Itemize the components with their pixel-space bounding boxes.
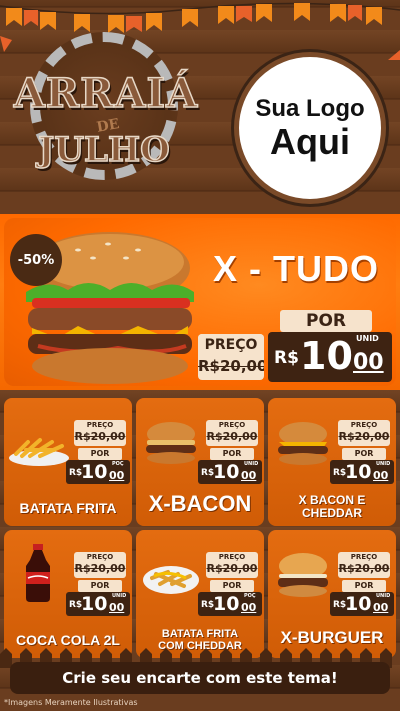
price-cents: 00 [373,601,389,614]
price-cents: 00 [241,601,257,614]
product-card[interactable]: PREÇO R$20,00 POR R$ 10 POÇ 00 BATATA FR… [136,530,264,658]
old-price-label: PREÇO [218,553,246,561]
old-price: R$20,00 [206,562,258,575]
por-label: POR [78,580,122,592]
price-unit: UNID [376,593,391,599]
old-price-label: PREÇO [218,421,246,429]
header-wood-panel: ARRAIÁ DE JULHO Sua Logo Aqui [0,0,400,214]
old-price-tag: PREÇO R$20,00 [74,420,126,446]
price-integer: 10 [345,461,372,483]
plain-burger-image [278,553,328,597]
price-unit: UNID [376,461,391,467]
arraia-de-julho-logo: ARRAIÁ DE JULHO [4,26,204,204]
old-price: R$20,00 [206,430,258,443]
product-name: COCA COLA 2L [16,631,120,648]
hero-old-price: R$20,00 [198,357,264,375]
price-box: R$ 10 UNID 00 [66,592,130,616]
cheddar-fries-image [143,566,199,594]
old-price-tag: PREÇO R$20,00 [74,552,126,578]
price-cents: 00 [241,469,257,482]
product-card[interactable]: PREÇO R$20,00 POR R$ 10 UNID 00 X BACON … [268,398,396,526]
product-card[interactable]: PREÇO R$20,00 POR R$ 10 UNID 00 COCA COL… [4,530,132,658]
burger-image [146,422,196,464]
price-unit: POÇ [244,593,256,599]
price-box: R$ 10 POÇ 00 [198,592,262,616]
old-price-label: PREÇO [86,421,114,429]
price-integer: 10 [81,461,108,483]
flyer: ARRAIÁ DE JULHO Sua Logo Aqui -50% X - T… [0,0,400,711]
disclaimer-text: *Imagens Meramente Ilustrativas [4,698,138,707]
product-name: X-BURGUER [280,628,384,648]
old-price-tag: PREÇO R$20,00 [338,552,390,578]
por-label: POR [342,580,386,592]
hero-old-price-tag: PREÇO R$20,00 [198,334,264,380]
logo-word-arraia: ARRAIÁ [13,69,199,118]
por-label: POR [210,448,254,460]
por-label: POR [78,448,122,460]
price-box: R$ 10 POÇ 00 [66,460,130,484]
product-card[interactable]: PREÇO R$20,00 POR R$ 10 POÇ 00 BATATA FR… [4,398,132,526]
hero-price-integer: 10 [300,334,353,378]
product-card[interactable]: PREÇO R$20,00 POR R$ 10 UNID 00 X-BACON [136,398,264,526]
product-name: BATATA FRITA [19,499,117,516]
price-integer: 10 [213,593,240,615]
old-price-tag: PREÇO R$20,00 [206,420,258,446]
old-price-label: PREÇO [350,553,378,561]
old-price-label: PREÇO [350,421,378,429]
price-unit: UNID [112,593,127,599]
hero-price-unit: UNID [356,334,379,343]
hero-price-box: R$ 10 UNID 00 [268,332,392,382]
brand-logo-placeholder[interactable]: Sua Logo Aqui [234,52,386,204]
price-box: R$ 10 UNID 00 [330,592,394,616]
fries-image [9,438,69,466]
price-cents: 00 [373,469,389,482]
price-integer: 10 [213,461,240,483]
cheese-burger-image [278,422,328,465]
old-price-label: PREÇO [86,553,114,561]
por-label: POR [210,580,254,592]
old-price: R$20,00 [338,430,390,443]
price-box: R$ 10 UNID 00 [330,460,394,484]
price-unit: POÇ [112,461,124,467]
old-price: R$20,00 [338,562,390,575]
brand-logo-line1: Sua Logo [255,95,365,123]
price-cents: 00 [109,601,125,614]
logo-word-julho: JULHO [38,129,171,171]
product-name: X-BACON [148,490,252,516]
hero-old-price-label: PREÇO [198,334,264,354]
old-price: R$20,00 [74,562,126,575]
soda-bottle-image [26,544,50,602]
cta-banner[interactable]: Crie seu encarte com este tema! [10,662,390,694]
por-label: POR [342,448,386,460]
price-box: R$ 10 UNID 00 [198,460,262,484]
hero-por-label: POR [280,310,372,332]
hero-product-title: X - TUDO [213,248,379,289]
discount-badge: -50% [10,234,62,286]
product-name: X BACON E CHEDDAR [298,492,366,520]
brand-logo-line2: Aqui [270,121,350,163]
price-unit: UNID [244,461,259,467]
price-cents: 00 [109,469,125,482]
price-integer: 10 [81,593,108,615]
hero-price-currency: R$ [274,348,299,368]
old-price: R$20,00 [74,430,126,443]
product-card[interactable]: PREÇO R$20,00 POR R$ 10 UNID 00 X-BURGUE… [268,530,396,658]
old-price-tag: PREÇO R$20,00 [338,420,390,446]
price-integer: 10 [345,593,372,615]
hero-price-cents: 00 [353,350,384,375]
old-price-tag: PREÇO R$20,00 [206,552,258,578]
